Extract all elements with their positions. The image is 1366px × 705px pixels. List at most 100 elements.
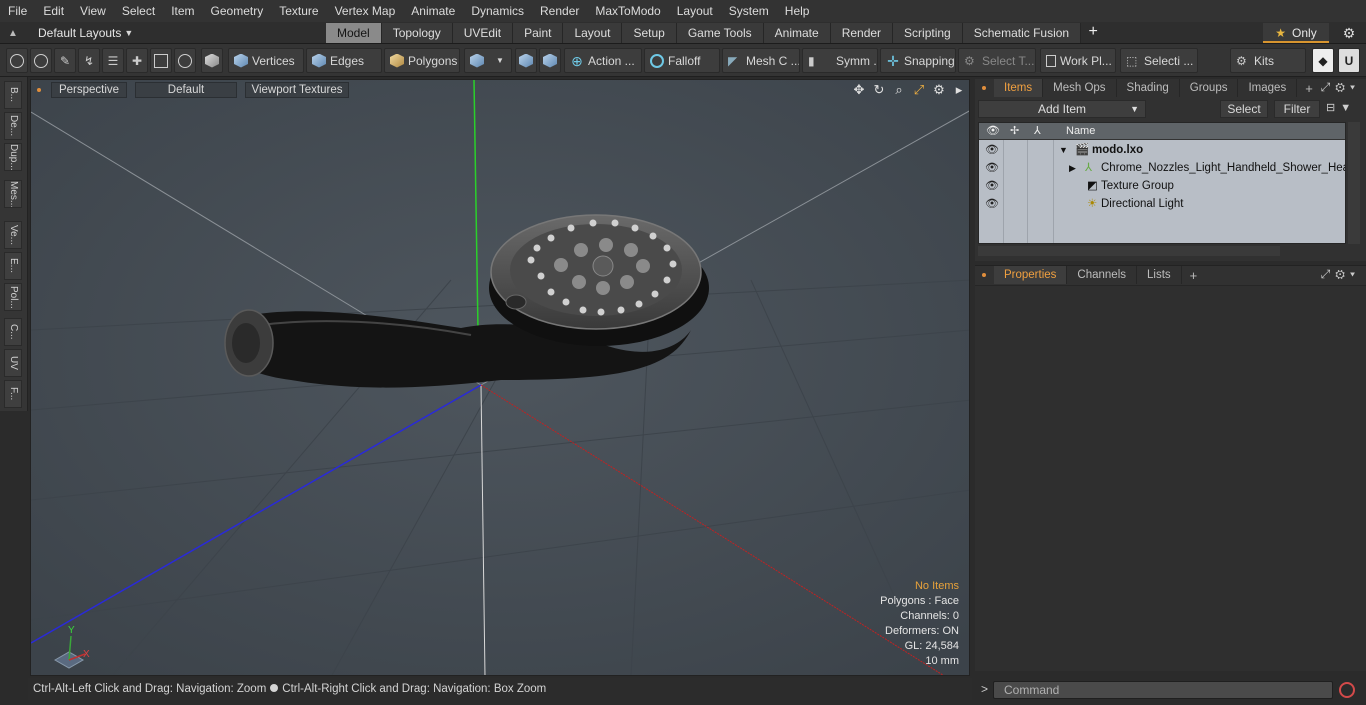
tab-render[interactable]: Render bbox=[830, 23, 894, 43]
left-tab-mesh-edit[interactable]: Mes... bbox=[4, 180, 22, 208]
left-tab-duplicate[interactable]: Dup... bbox=[4, 143, 22, 171]
menu-view[interactable]: View bbox=[72, 0, 114, 22]
menu-render[interactable]: Render bbox=[532, 0, 587, 22]
zoom-icon[interactable]: ⌕ bbox=[889, 82, 909, 98]
shading-mode-button[interactable]: Default bbox=[135, 82, 237, 98]
snap-b-button[interactable] bbox=[539, 48, 561, 73]
add-item-button[interactable]: Add Item ▼ bbox=[978, 100, 1146, 118]
tab-mesh-ops[interactable]: Mesh Ops bbox=[1043, 79, 1117, 97]
unreal-button[interactable]: U bbox=[1338, 48, 1360, 73]
filter-options-icon[interactable]: ⊟▼ bbox=[1326, 101, 1356, 114]
expand-arrow-icon[interactable]: ▸ bbox=[949, 82, 969, 98]
left-tab-fusion[interactable]: F... bbox=[4, 380, 22, 408]
tab-model[interactable]: Model bbox=[326, 23, 382, 43]
symmetry-button[interactable]: ▮ Symm ... bbox=[802, 48, 878, 73]
tab-uvedit[interactable]: UVEdit bbox=[452, 23, 514, 43]
menu-vertex-map[interactable]: Vertex Map bbox=[327, 0, 404, 22]
eye-icon[interactable]: 👁 bbox=[985, 179, 999, 192]
menu-layout[interactable]: Layout bbox=[669, 0, 721, 22]
selection-sets-button[interactable]: ⬚ Selecti ... bbox=[1120, 48, 1198, 73]
eye-icon[interactable]: 👁 bbox=[985, 143, 999, 156]
3d-viewport[interactable]: Y X Perspective Default Viewport Texture… bbox=[30, 79, 970, 676]
select-button[interactable]: Select bbox=[1220, 100, 1268, 118]
collapse-icon[interactable]: ▲ bbox=[8, 28, 22, 39]
center-button[interactable]: ✚ bbox=[126, 48, 148, 73]
material-mode-button[interactable]: ▼ bbox=[464, 48, 512, 73]
eye-icon[interactable]: 👁 bbox=[985, 161, 999, 174]
mesh-constraint-button[interactable]: ◤ Mesh C ... bbox=[722, 48, 800, 73]
select-mode-button[interactable] bbox=[6, 48, 28, 73]
falloff-button[interactable]: Falloff bbox=[644, 48, 720, 73]
left-tab-edge[interactable]: E... bbox=[4, 252, 22, 280]
only-toggle[interactable]: ★ Only bbox=[1263, 23, 1329, 43]
polygons-button[interactable]: Polygons bbox=[384, 48, 460, 73]
tab-game-tools[interactable]: Game Tools bbox=[676, 23, 764, 43]
tab-paint[interactable]: Paint bbox=[513, 23, 564, 43]
frame-button[interactable] bbox=[150, 48, 172, 73]
left-tab-uv[interactable]: UV bbox=[4, 349, 22, 377]
command-input[interactable] bbox=[993, 681, 1333, 699]
add-tab-icon[interactable]: + bbox=[1081, 22, 1105, 44]
menu-texture[interactable]: Texture bbox=[271, 0, 326, 22]
tab-layout[interactable]: Layout bbox=[563, 23, 623, 43]
menu-item[interactable]: Item bbox=[163, 0, 202, 22]
tab-groups[interactable]: Groups bbox=[1180, 79, 1239, 97]
tab-animate[interactable]: Animate bbox=[763, 23, 831, 43]
menu-system[interactable]: System bbox=[721, 0, 777, 22]
kits-button[interactable]: ⚙ Kits bbox=[1230, 48, 1306, 73]
tab-lists[interactable]: Lists bbox=[1137, 266, 1182, 284]
expand-arrow-icon[interactable]: ▶ bbox=[1069, 159, 1076, 177]
left-tab-polygon[interactable]: Pol... bbox=[4, 283, 22, 311]
layout-selector[interactable]: ▲ Default Layouts ▼ bbox=[8, 24, 133, 42]
pie-button[interactable] bbox=[174, 48, 196, 73]
tab-channels[interactable]: Channels bbox=[1067, 266, 1138, 284]
menu-geometry[interactable]: Geometry bbox=[203, 0, 272, 22]
left-tab-deform[interactable]: De... bbox=[4, 112, 22, 140]
items-vertical-scrollbar[interactable] bbox=[1348, 122, 1360, 244]
list-item[interactable]: 👁 ☀ Directional Light bbox=[979, 195, 1345, 213]
record-macro-icon[interactable] bbox=[1339, 682, 1355, 698]
menu-maxtomodo[interactable]: MaxToModo bbox=[587, 0, 668, 22]
unity-button[interactable]: ◆ bbox=[1312, 48, 1334, 73]
snapping-button[interactable]: ✛ Snapping bbox=[880, 48, 956, 73]
name-column-header[interactable]: Name bbox=[1066, 123, 1095, 140]
panel-options-icon[interactable]: ⤢⚙▾ bbox=[1321, 267, 1360, 282]
item-mode-button[interactable] bbox=[201, 48, 223, 73]
list-item[interactable]: 👁 ◩ Texture Group bbox=[979, 177, 1345, 195]
panel-menu-dot[interactable] bbox=[982, 273, 986, 277]
menu-file[interactable]: File bbox=[0, 0, 35, 22]
expand-arrow-icon[interactable]: ▼ bbox=[1059, 141, 1068, 159]
items-horizontal-scrollbar[interactable] bbox=[978, 246, 1280, 256]
snap-a-button[interactable] bbox=[515, 48, 537, 73]
pen-button[interactable]: ✎ bbox=[54, 48, 76, 73]
vertices-button[interactable]: Vertices bbox=[228, 48, 304, 73]
select-through-button[interactable]: ⚙ Select T... bbox=[958, 48, 1036, 73]
rotate-icon[interactable]: ↻ bbox=[869, 82, 889, 98]
menu-select[interactable]: Select bbox=[114, 0, 163, 22]
left-tab-curve[interactable]: C... bbox=[4, 318, 22, 346]
action-center-button[interactable]: ⊕ Action ... bbox=[564, 48, 642, 73]
list-item[interactable]: 👁 ▶ ⅄ Chrome_Nozzles_Light_Handheld_Show… bbox=[979, 159, 1345, 177]
panel-menu-dot[interactable] bbox=[982, 86, 986, 90]
tab-scripting[interactable]: Scripting bbox=[893, 23, 963, 43]
gear-icon[interactable]: ⚙ bbox=[1338, 23, 1360, 43]
add-tab-icon[interactable]: + bbox=[1182, 268, 1206, 283]
list-item[interactable]: 👁 ▼ 🎬 modo.lxo bbox=[979, 141, 1345, 159]
work-plane-button[interactable]: Work Pl... bbox=[1040, 48, 1116, 73]
menu-edit[interactable]: Edit bbox=[35, 0, 72, 22]
menu-dynamics[interactable]: Dynamics bbox=[463, 0, 532, 22]
viewport-settings-icon[interactable]: ⚙ bbox=[929, 82, 949, 98]
align-button[interactable]: ☰ bbox=[102, 48, 124, 73]
maximize-icon[interactable]: ⤢ bbox=[909, 82, 929, 98]
edges-button[interactable]: Edges bbox=[306, 48, 382, 73]
brush-button[interactable]: ↯ bbox=[78, 48, 100, 73]
globe-button[interactable] bbox=[30, 48, 52, 73]
pan-icon[interactable]: ✥ bbox=[849, 82, 869, 98]
view-mode-button[interactable]: Perspective bbox=[51, 82, 127, 98]
panel-options-icon[interactable]: ⤢⚙▾ bbox=[1321, 80, 1360, 95]
tab-schematic-fusion[interactable]: Schematic Fusion bbox=[962, 23, 1082, 43]
left-tab-basic[interactable]: B... bbox=[4, 81, 22, 109]
left-tab-vertex[interactable]: Ve... bbox=[4, 221, 22, 249]
filter-button[interactable]: Filter bbox=[1274, 100, 1320, 118]
tab-images[interactable]: Images bbox=[1238, 79, 1298, 97]
